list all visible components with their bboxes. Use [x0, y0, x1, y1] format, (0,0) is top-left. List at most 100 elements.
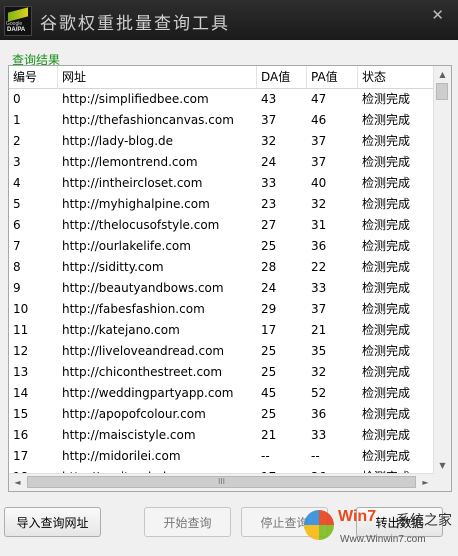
table-row[interactable]: 1 http://thefashioncanvas.com 37 46 检测完成 [9, 110, 434, 131]
table-row[interactable]: 9 http://beautyandbows.com 24 33 检测完成 [9, 278, 434, 299]
scroll-left-icon[interactable]: ◄ [9, 474, 26, 491]
column-header-status[interactable]: 状态 [358, 66, 434, 88]
export-data-button[interactable]: 转出数据 [356, 507, 443, 537]
table-row[interactable]: 14 http://weddingpartyapp.com 45 52 检测完成 [9, 383, 434, 404]
row-da-cell: 37 [261, 113, 277, 127]
table-row[interactable]: 17 http://midorilei.com -- -- 检测完成 [9, 446, 434, 467]
row-status-cell: 检测完成 [362, 134, 411, 148]
scroll-down-icon[interactable]: ▼ [434, 457, 451, 474]
stop-query-button[interactable]: 停止查询 [241, 507, 328, 537]
row-pa-cell: 40 [311, 176, 327, 190]
row-status-cell: 检测完成 [362, 197, 411, 211]
column-header-url[interactable]: 网址 [58, 66, 257, 88]
row-id-cell: 14 [13, 386, 29, 400]
window-title: 谷歌权重批量查询工具 [40, 14, 230, 34]
row-status-cell: 检测完成 [362, 302, 411, 316]
row-url-cell: http://lady-blog.de [62, 134, 174, 148]
scroll-up-icon[interactable]: ▲ [434, 66, 451, 83]
row-status-cell: 检测完成 [362, 218, 411, 232]
row-url-cell: http://weddingpartyapp.com [62, 386, 234, 400]
table-row[interactable]: 15 http://apopofcolour.com 25 36 检测完成 [9, 404, 434, 425]
row-pa-cell: -- [311, 449, 320, 463]
row-da-cell: 25 [261, 365, 277, 379]
row-url-cell: http://apopofcolour.com [62, 407, 206, 421]
row-status-cell: 检测完成 [362, 449, 411, 463]
table-row[interactable]: 12 http://liveloveandread.com 25 35 检测完成 [9, 341, 434, 362]
table-row[interactable]: 5 http://myhighalpine.com 23 32 检测完成 [9, 194, 434, 215]
scroll-right-icon[interactable]: ► [417, 474, 434, 491]
horizontal-scroll-thumb[interactable]: III [27, 476, 416, 488]
row-pa-cell: 37 [311, 155, 327, 169]
row-da-cell: 43 [261, 92, 277, 106]
column-header-da[interactable]: DA值 [257, 66, 307, 88]
close-icon[interactable]: ✕ [431, 6, 444, 24]
row-status-cell: 检测完成 [362, 176, 411, 190]
table-header: 编号 网址 DA值 PA值 状态 [9, 66, 434, 89]
table-row[interactable]: 6 http://thelocusofstyle.com 27 31 检测完成 [9, 215, 434, 236]
row-da-cell: 27 [261, 218, 277, 232]
horizontal-scrollbar[interactable]: ◄ III ► [9, 473, 434, 491]
row-url-cell: http://siditty.com [62, 260, 164, 274]
row-id-cell: 16 [13, 428, 29, 442]
results-table[interactable]: 编号 网址 DA值 PA值 状态 0 http://simplifiedbee.c… [8, 65, 452, 492]
row-url-cell: http://chiconthestreet.com [62, 365, 223, 379]
row-pa-cell: 52 [311, 386, 327, 400]
row-pa-cell: 32 [311, 197, 327, 211]
row-id-cell: 11 [13, 323, 29, 337]
row-url-cell: http://thelocusofstyle.com [62, 218, 220, 232]
row-status-cell: 检测完成 [362, 428, 411, 442]
row-pa-cell: 32 [311, 365, 327, 379]
table-row[interactable]: 13 http://chiconthestreet.com 25 32 检测完成 [9, 362, 434, 383]
row-id-cell: 12 [13, 344, 29, 358]
row-pa-cell: 33 [311, 281, 327, 295]
row-url-cell: http://katejano.com [62, 323, 180, 337]
row-pa-cell: 47 [311, 92, 327, 106]
row-id-cell: 6 [13, 218, 21, 232]
scrollbar-corner [434, 474, 451, 491]
table-row[interactable]: 4 http://intheircloset.com 33 40 检测完成 [9, 173, 434, 194]
import-urls-button[interactable]: 导入查询网址 [4, 507, 101, 537]
vertical-scrollbar[interactable]: ▲ ▼ [433, 66, 451, 474]
table-row[interactable]: 11 http://katejano.com 17 21 检测完成 [9, 320, 434, 341]
row-status-cell: 检测完成 [362, 239, 411, 253]
table-row[interactable]: 10 http://fabesfashion.com 29 37 检测完成 [9, 299, 434, 320]
row-url-cell: http://liveloveandread.com [62, 344, 225, 358]
row-id-cell: 15 [13, 407, 29, 421]
title-bar: Google DA/PA 谷歌权重批量查询工具 ✕ [0, 0, 458, 40]
row-url-cell: http://intheircloset.com [62, 176, 203, 190]
table-row[interactable]: 7 http://ourlakelife.com 25 36 检测完成 [9, 236, 434, 257]
table-row[interactable]: 0 http://simplifiedbee.com 43 47 检测完成 [9, 89, 434, 110]
row-pa-cell: 33 [311, 428, 327, 442]
row-status-cell: 检测完成 [362, 365, 411, 379]
table-row[interactable]: 3 http://lemontrend.com 24 37 检测完成 [9, 152, 434, 173]
row-id-cell: 13 [13, 365, 29, 379]
row-url-cell: http://myhighalpine.com [62, 197, 210, 211]
row-da-cell: 25 [261, 239, 277, 253]
row-url-cell: http://midorilei.com [62, 449, 181, 463]
column-header-pa[interactable]: PA值 [307, 66, 358, 88]
row-da-cell: 24 [261, 155, 277, 169]
row-da-cell: 25 [261, 344, 277, 358]
row-url-cell: http://beautyandbows.com [62, 281, 224, 295]
row-status-cell: 检测完成 [362, 281, 411, 295]
column-header-id[interactable]: 编号 [9, 66, 58, 88]
row-status-cell: 检测完成 [362, 260, 411, 274]
row-da-cell: 29 [261, 302, 277, 316]
start-query-button[interactable]: 开始查询 [144, 507, 231, 537]
row-da-cell: 24 [261, 281, 277, 295]
row-id-cell: 17 [13, 449, 29, 463]
row-da-cell: 45 [261, 386, 277, 400]
row-id-cell: 0 [13, 92, 21, 106]
table-row[interactable]: 8 http://siditty.com 28 22 检测完成 [9, 257, 434, 278]
row-url-cell: http://maiscistyle.com [62, 428, 196, 442]
row-da-cell: 17 [261, 323, 277, 337]
table-row[interactable]: 16 http://maiscistyle.com 21 33 检测完成 [9, 425, 434, 446]
table-row[interactable]: 2 http://lady-blog.de 32 37 检测完成 [9, 131, 434, 152]
row-url-cell: http://thefashioncanvas.com [62, 113, 234, 127]
table-body: 0 http://simplifiedbee.com 43 47 检测完成 1 http:/… [9, 89, 434, 475]
row-pa-cell: 22 [311, 260, 327, 274]
row-id-cell: 4 [13, 176, 21, 190]
vertical-scroll-thumb[interactable] [436, 83, 448, 100]
row-id-cell: 3 [13, 155, 21, 169]
row-da-cell: -- [261, 449, 270, 463]
